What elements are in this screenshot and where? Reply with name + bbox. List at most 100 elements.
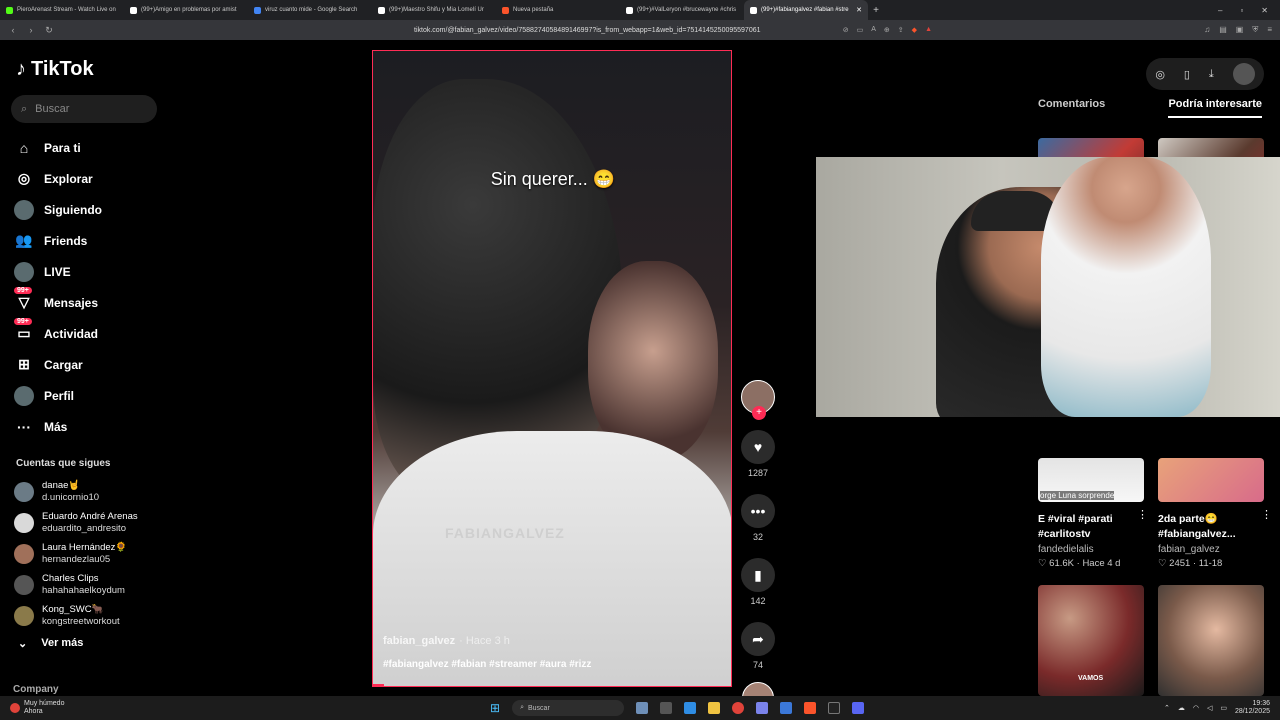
following-account[interactable]: Kong_SWC🐂 kongstreetworkout bbox=[14, 600, 174, 631]
copilot-icon[interactable] bbox=[684, 702, 697, 714]
phone-icon[interactable]: ▯ bbox=[1184, 68, 1190, 81]
suggested-card-info[interactable]: ⋮ E #viral #parati #carlitostv fandediel… bbox=[1038, 506, 1148, 569]
close-window-icon[interactable]: ✕ bbox=[1261, 6, 1268, 15]
landscape-icon[interactable] bbox=[636, 702, 649, 714]
like-button[interactable]: ♥ bbox=[741, 430, 775, 464]
video-time: · Hace 3 h bbox=[459, 635, 510, 647]
tab-suggested[interactable]: Podría interesarte bbox=[1168, 98, 1262, 118]
forward-icon[interactable]: › bbox=[26, 25, 36, 35]
sidebar-item-live[interactable]: LIVE bbox=[14, 256, 174, 287]
tiktok-logo[interactable]: ♪ TikTok bbox=[16, 58, 94, 81]
share-icon[interactable]: ⇪ bbox=[898, 26, 904, 34]
cast-icon[interactable]: ▭ bbox=[857, 26, 864, 34]
rewards-icon[interactable]: ▲ bbox=[925, 26, 932, 34]
following-account[interactable]: Laura Hernández🌻 hernandezlau05 bbox=[14, 538, 174, 569]
browser-tab[interactable]: (99+)#fabiangalvez #fabian #stre ✕ bbox=[744, 0, 868, 20]
close-tab-icon[interactable]: ✕ bbox=[856, 6, 862, 14]
browser-tab[interactable]: viruz cuanto mide - Google Search bbox=[248, 0, 372, 20]
extensions-icon[interactable]: ♫ bbox=[1204, 25, 1210, 35]
sidebar-item-ms[interactable]: ··· Más bbox=[14, 411, 174, 442]
browser-tab[interactable]: PieroArenast Stream - Watch Live on bbox=[0, 0, 124, 20]
vpn-icon[interactable]: ⛨ bbox=[1252, 25, 1258, 35]
user-avatar[interactable] bbox=[1232, 63, 1255, 85]
sidebar-item-siguiendo[interactable]: Siguiendo bbox=[14, 194, 174, 225]
suggested-thumb[interactable]: VAMOS bbox=[1038, 585, 1144, 696]
teams-icon[interactable] bbox=[756, 702, 769, 714]
no-tracking-icon[interactable]: ⊘ bbox=[843, 26, 849, 34]
discord-icon[interactable] bbox=[852, 702, 865, 714]
suggested-thumb[interactable] bbox=[1158, 458, 1264, 502]
video-progress-bar[interactable] bbox=[373, 684, 384, 686]
see-more-button[interactable]: ⌄ Ver más bbox=[18, 637, 83, 650]
browser-tab[interactable]: (99+)Amigo en problemas por amist bbox=[124, 0, 248, 20]
wifi-icon[interactable]: ◠ bbox=[1193, 704, 1199, 712]
suggested-card-info[interactable]: ⋮ 2da parte😁 #fabiangalvez... fabian_gal… bbox=[1158, 506, 1272, 569]
reload-icon[interactable]: ↻ bbox=[44, 25, 54, 36]
suggested-thumb[interactable]: orge Luna sorprende bbox=[1038, 458, 1144, 502]
sidebar-icon[interactable]: ▤ bbox=[1219, 25, 1227, 35]
brave-shield-icon[interactable]: ◆ bbox=[912, 26, 917, 34]
zoom-icon[interactable]: ⊕ bbox=[884, 26, 890, 34]
menu-icon[interactable]: ≡ bbox=[1267, 25, 1272, 35]
weather-widget[interactable]: Muy húmedo Ahora bbox=[0, 700, 64, 716]
sidebar-item-cargar[interactable]: ⊞ Cargar bbox=[14, 349, 174, 380]
save-button[interactable]: ▮ bbox=[741, 558, 775, 592]
sidebar-item-explorar[interactable]: ◎ Explorar bbox=[14, 163, 174, 194]
translate-icon[interactable]: A bbox=[871, 26, 876, 34]
account-handle: kongstreetworkout bbox=[42, 615, 120, 627]
minimize-icon[interactable]: – bbox=[1218, 6, 1222, 15]
task-view-icon[interactable] bbox=[660, 702, 673, 714]
brave-icon[interactable] bbox=[804, 702, 817, 714]
creator-avatar[interactable]: + bbox=[741, 380, 775, 420]
wallet-icon[interactable]: ▣ bbox=[1236, 25, 1244, 35]
share-button[interactable]: ➦ bbox=[741, 622, 775, 656]
weather-alert-icon bbox=[10, 703, 20, 713]
following-account[interactable]: Charles Clips hahahahaelkoydum bbox=[14, 569, 174, 600]
chevron-up-icon[interactable]: ⌃ bbox=[1164, 704, 1170, 712]
browser-toolbar-right: ♫ ▤ ▣ ⛨ ≡ bbox=[1204, 25, 1272, 35]
sidebar-item-perfil[interactable]: Perfil bbox=[14, 380, 174, 411]
store-icon[interactable] bbox=[780, 702, 793, 714]
video-player[interactable]: Sin querer... 😁 FABIANGALVEZ fabian_galv… bbox=[372, 50, 732, 687]
cloud-icon[interactable]: ☁ bbox=[1178, 704, 1185, 712]
tab-favicon-icon bbox=[750, 6, 757, 14]
comment-icon: ••• bbox=[750, 503, 766, 519]
following-account[interactable]: danae🤘 d.unicornio10 bbox=[14, 476, 174, 507]
app-icon-2[interactable] bbox=[828, 702, 841, 714]
sidebar-item-mensajes[interactable]: ▽ 99+ Mensajes bbox=[14, 286, 174, 318]
comment-button[interactable]: ••• bbox=[741, 494, 775, 528]
volume-icon[interactable]: ◁ bbox=[1207, 704, 1212, 712]
more-options-icon[interactable]: ⋮ bbox=[1261, 508, 1272, 521]
card-likes: 2451 bbox=[1169, 558, 1191, 569]
maximize-icon[interactable]: ▫ bbox=[1240, 6, 1243, 15]
card-title: 2da parte😁 #fabiangalvez... bbox=[1158, 513, 1236, 540]
following-account[interactable]: Eduardo André Arenas eduardito_andresito bbox=[14, 507, 174, 538]
app-icon[interactable] bbox=[732, 702, 745, 714]
video-author[interactable]: fabian_galvez · Hace 3 h bbox=[383, 635, 510, 647]
battery-icon[interactable]: ▭ bbox=[1220, 704, 1227, 712]
search-input[interactable]: ⌕ Buscar bbox=[11, 95, 157, 123]
url-field[interactable]: tiktok.com/@fabian_galvez/video/75882740… bbox=[402, 23, 932, 37]
sidebar-item-parati[interactable]: ⌂ Para ti bbox=[14, 132, 174, 163]
new-tab-button[interactable]: + bbox=[868, 5, 884, 16]
browser-tab[interactable]: (99+)#ValLeryon #brucewayne #chris bbox=[620, 0, 744, 20]
clock[interactable]: 19:36 28/12/2025 bbox=[1235, 700, 1270, 716]
tab-comments[interactable]: Comentarios bbox=[1038, 98, 1105, 118]
taskbar-search[interactable]: ⌕ Buscar bbox=[512, 700, 625, 716]
file-explorer-icon[interactable] bbox=[708, 702, 721, 714]
download-icon[interactable]: ⤓ bbox=[1209, 68, 1214, 81]
sidebar-item-label: Actividad bbox=[44, 326, 99, 341]
tab-favicon-icon bbox=[6, 6, 13, 14]
more-options-icon[interactable]: ⋮ bbox=[1137, 508, 1148, 521]
company-link[interactable]: Company bbox=[13, 684, 59, 695]
browser-tab[interactable]: Nueva pestaña bbox=[496, 0, 620, 20]
sidebar-item-friends[interactable]: 👥 Friends bbox=[14, 225, 174, 256]
back-icon[interactable]: ‹ bbox=[8, 25, 18, 35]
windows-start-icon[interactable]: ⊞ bbox=[490, 701, 500, 715]
suggested-thumb[interactable] bbox=[1158, 585, 1264, 696]
video-hashtags[interactable]: #fabiangalvez #fabian #streamer #aura #r… bbox=[383, 659, 591, 670]
browser-tab[interactable]: (99+)Maestro Shifu y Mia Lomelí Ur bbox=[372, 0, 496, 20]
follow-plus-icon[interactable]: + bbox=[752, 406, 766, 420]
sidebar-item-actividad[interactable]: ▭ 99+ Actividad bbox=[14, 317, 174, 349]
compass-icon[interactable]: ◎ bbox=[1155, 68, 1165, 81]
